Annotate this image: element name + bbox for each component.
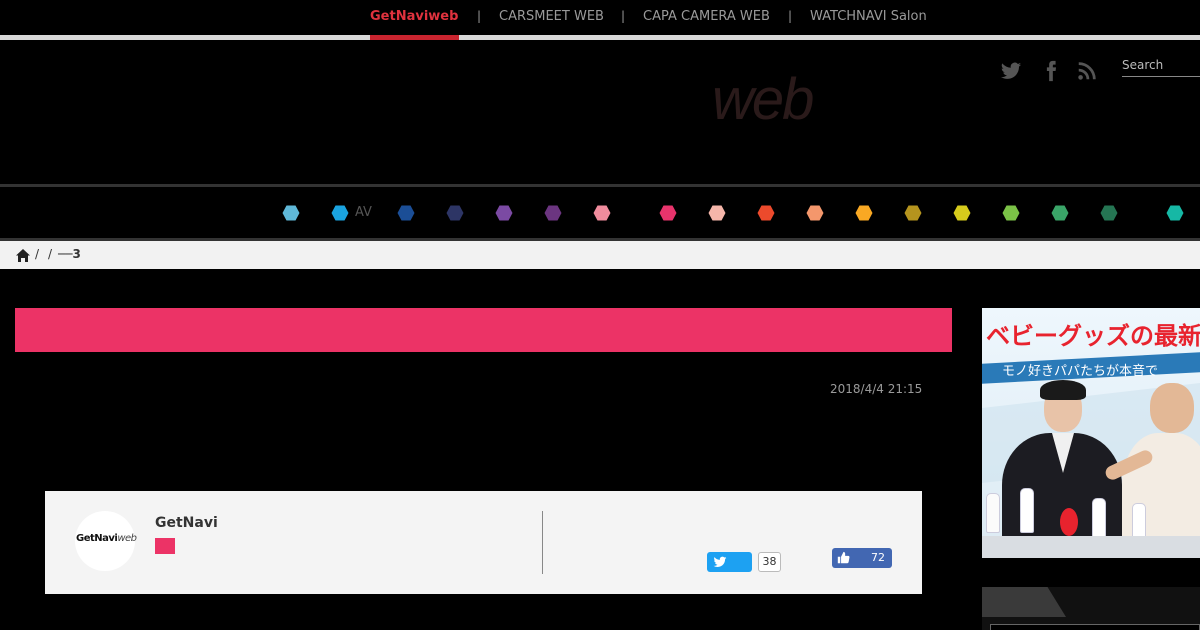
avatar-logo-italic: web bbox=[117, 533, 137, 544]
author-avatar[interactable]: GetNaviweb bbox=[75, 511, 137, 571]
breadcrumb-separator: / bbox=[48, 247, 53, 261]
like-count: 72 bbox=[871, 551, 885, 564]
breadcrumb: / / ──3 bbox=[0, 241, 1200, 269]
category-hexagon-icon[interactable] bbox=[708, 205, 726, 221]
category-hexagon-icon[interactable] bbox=[1100, 205, 1118, 221]
ad-bottle bbox=[1092, 498, 1106, 538]
twitter-icon[interactable] bbox=[1000, 60, 1022, 82]
author-divider bbox=[542, 511, 543, 574]
avatar-logo-bold: GetNavi bbox=[76, 533, 118, 544]
category-hexagon-icon[interactable] bbox=[953, 205, 971, 221]
category-hexagon-icon[interactable] bbox=[659, 205, 677, 221]
nav-link-watchnavi[interactable]: WATCHNAVI Salon bbox=[810, 9, 927, 24]
tweet-button[interactable] bbox=[707, 552, 752, 572]
sidebar-ad-banner[interactable]: ベビーグッズの最新 モノ好きパパたちが本音で bbox=[982, 308, 1200, 558]
category-hexagon-icon[interactable] bbox=[397, 205, 415, 221]
author-name[interactable]: GetNavi bbox=[155, 515, 218, 531]
ad-person-hair bbox=[1040, 380, 1086, 400]
sidebar-panel bbox=[990, 624, 1200, 630]
facebook-icon[interactable] bbox=[1040, 60, 1062, 82]
ad-title: ベビーグッズの最新 bbox=[986, 323, 1200, 350]
category-hexagon-icon[interactable] bbox=[806, 205, 824, 221]
header-divider bbox=[0, 184, 1200, 187]
nav-link-carsmeet[interactable]: CARSMEET WEB bbox=[499, 9, 604, 24]
category-hexagon-icon[interactable] bbox=[1051, 205, 1069, 221]
like-button[interactable]: 72 bbox=[832, 548, 892, 568]
breadcrumb-current: ──3 bbox=[58, 247, 81, 261]
ad-table bbox=[982, 536, 1200, 558]
nav-link-getnaviweb[interactable]: GetNaviweb bbox=[370, 9, 458, 24]
ad-bottle bbox=[1020, 488, 1034, 533]
category-hexagon-icon[interactable] bbox=[855, 205, 873, 221]
category-hexagon-icon[interactable] bbox=[904, 205, 922, 221]
author-tag[interactable] bbox=[155, 538, 175, 554]
network-nav: GetNaviweb | CARSMEET WEB | CAPA CAMERA … bbox=[0, 0, 1200, 35]
article-date: 2018/4/4 21:15 bbox=[830, 382, 923, 396]
nav-separator: | bbox=[788, 9, 793, 23]
tweet-count: 38 bbox=[758, 552, 781, 572]
nav-separator: | bbox=[477, 9, 482, 23]
breadcrumb-separator: / bbox=[35, 247, 40, 261]
ad-person-face bbox=[1150, 383, 1194, 433]
nav-separator: | bbox=[621, 9, 626, 23]
rss-icon[interactable] bbox=[1076, 60, 1098, 82]
category-hexagon-icon[interactable] bbox=[544, 205, 562, 221]
site-logo[interactable]: web bbox=[712, 66, 814, 133]
home-icon[interactable] bbox=[15, 248, 31, 263]
ad-toy bbox=[1060, 508, 1078, 536]
active-nav-indicator bbox=[370, 35, 459, 40]
ad-bottle bbox=[986, 493, 1000, 533]
twitter-icon bbox=[713, 556, 727, 568]
category-hexagon-icon[interactable] bbox=[1002, 205, 1020, 221]
category-hexagon-icon[interactable] bbox=[757, 205, 775, 221]
article-title-bar bbox=[15, 308, 952, 352]
search-input[interactable]: Search bbox=[1122, 56, 1200, 77]
category-hexagon-icon[interactable] bbox=[593, 205, 611, 221]
category-hexagon-icon[interactable] bbox=[1166, 205, 1184, 221]
category-hexagon-icon[interactable] bbox=[446, 205, 464, 221]
category-hexagon-icon[interactable] bbox=[282, 205, 300, 221]
ad-subtitle: モノ好きパパたちが本音で bbox=[1002, 364, 1159, 379]
nav-link-capa-camera[interactable]: CAPA CAMERA WEB bbox=[643, 9, 770, 24]
category-hexagon-icon[interactable] bbox=[331, 205, 349, 221]
thumbs-up-icon bbox=[837, 551, 850, 564]
category-hexagon-icon[interactable] bbox=[495, 205, 513, 221]
author-box: GetNaviweb GetNavi 38 72 bbox=[45, 491, 922, 594]
category-label-av[interactable]: AV bbox=[355, 205, 372, 220]
nav-divider bbox=[0, 35, 1200, 40]
